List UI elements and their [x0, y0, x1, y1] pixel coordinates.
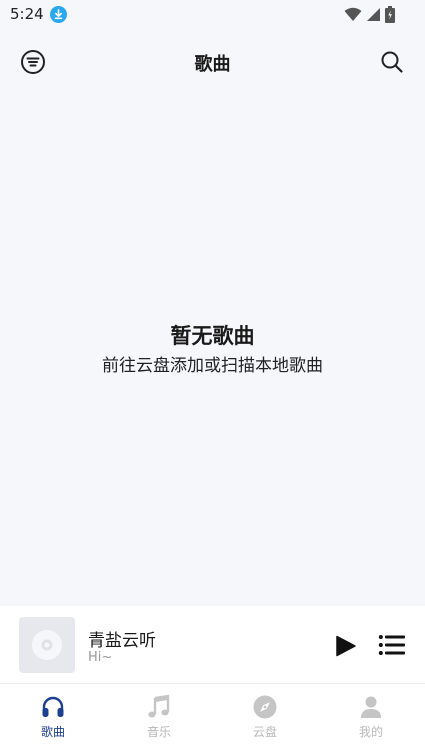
search-icon [381, 51, 403, 73]
compass-icon [253, 695, 277, 719]
music-note-icon [148, 694, 170, 718]
status-bar: 5:24 [0, 0, 425, 28]
page-title: 歌曲 [194, 54, 231, 75]
tab-mine[interactable]: 我的 [318, 694, 424, 740]
app-header: 歌曲 [0, 40, 425, 84]
song-subtitle: Hi~ [88, 650, 113, 665]
battery-icon [385, 5, 395, 23]
play-icon[interactable] [332, 633, 358, 659]
song-title: 青盐云听 [88, 631, 156, 651]
wifi-icon [344, 7, 362, 21]
tab-label: 音乐 [146, 725, 171, 739]
tab-songs[interactable]: 歌曲 [0, 694, 106, 740]
disc-icon [32, 630, 62, 660]
search-button[interactable] [378, 48, 406, 76]
tab-label: 歌曲 [40, 725, 65, 739]
status-time: 5:24 [10, 5, 44, 23]
mini-player[interactable]: 青盐云听 Hi~ [0, 606, 425, 683]
signal-icon [367, 7, 380, 21]
empty-state: 暂无歌曲 前往云盘添加或扫描本地歌曲 [0, 322, 425, 378]
empty-state-title: 暂无歌曲 [170, 324, 255, 348]
download-badge-icon [50, 6, 67, 23]
bottom-tab-bar: 歌曲 音乐 云盘 我的 [0, 683, 425, 756]
tab-label: 云盘 [252, 725, 277, 739]
playlist-icon[interactable] [378, 633, 405, 657]
empty-state-subtitle: 前往云盘添加或扫描本地歌曲 [102, 356, 323, 376]
system-icons [344, 5, 395, 23]
person-icon [361, 696, 381, 718]
tab-label: 我的 [358, 725, 383, 739]
album-cover[interactable] [19, 617, 75, 673]
tab-music[interactable]: 音乐 [106, 694, 212, 740]
tab-cloud[interactable]: 云盘 [212, 694, 318, 740]
headphones-icon [42, 696, 64, 717]
